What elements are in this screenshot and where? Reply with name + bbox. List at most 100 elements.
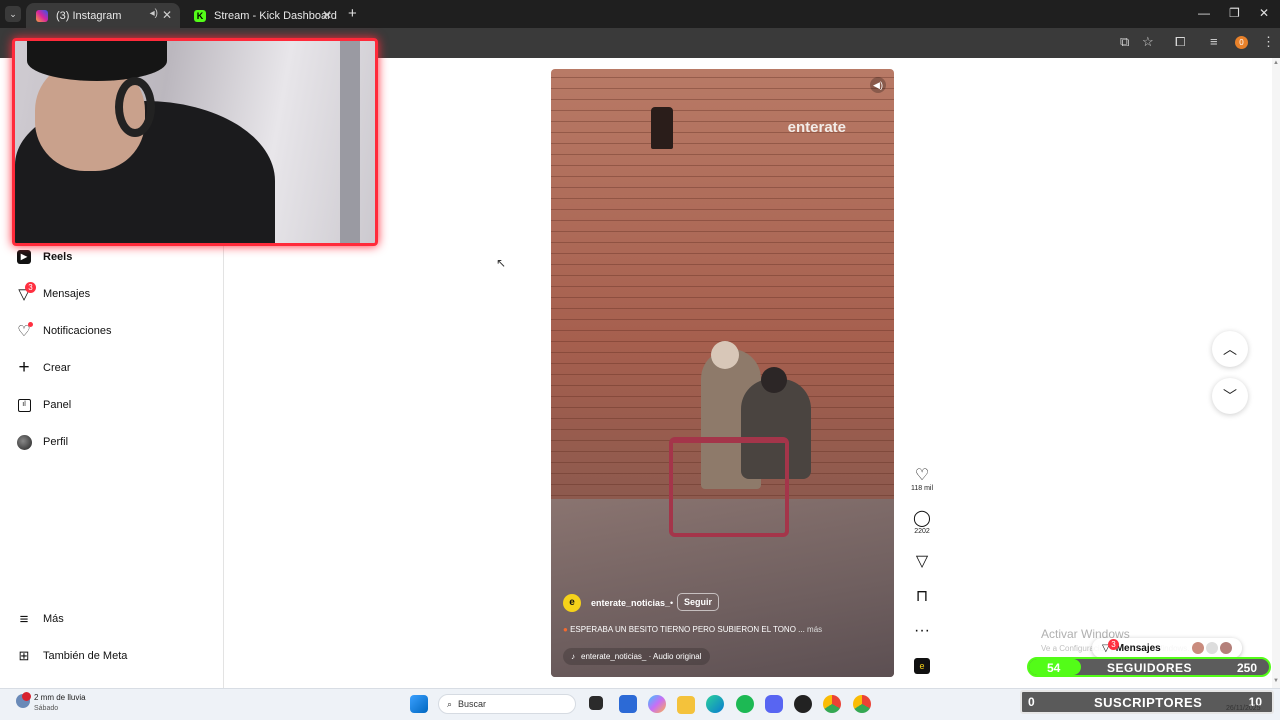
tab-kick-dashboard[interactable]: K Stream - Kick Dashboard ✕ <box>184 3 340 28</box>
more-link[interactable]: más <box>807 625 822 634</box>
discord-icon[interactable] <box>765 695 783 713</box>
sidebar-item-label: Notificaciones <box>43 325 112 337</box>
scroll-down-arrow[interactable]: ▼ <box>1273 678 1279 684</box>
brick-mortar-line <box>551 143 894 144</box>
followers-goal: 250 <box>1236 661 1257 675</box>
copilot-icon[interactable] <box>648 695 666 713</box>
brick-mortar-line <box>551 77 894 78</box>
reel-account-name[interactable]: enterate_noticias_ <box>591 598 670 608</box>
start-icon[interactable] <box>410 695 428 713</box>
save-action[interactable]: ⊓ <box>906 588 938 606</box>
tab-list-dropdown[interactable]: ⌄ <box>5 6 21 22</box>
sidebar-item-label: Perfil <box>43 436 69 448</box>
contact-avatars <box>1192 642 1232 654</box>
followers-label: SEGUIDORES <box>1107 661 1193 675</box>
tab-label: Stream - Kick Dashboard <box>214 9 337 22</box>
spotify-icon[interactable] <box>736 695 754 713</box>
like-action[interactable]: ♡ 118 mil <box>906 467 938 492</box>
tab-label: (3) Instagram <box>56 9 122 22</box>
chevron-down-icon: ﹀ <box>1223 388 1237 404</box>
brick-mortar-line <box>551 187 894 188</box>
app-icon[interactable] <box>794 695 812 713</box>
messages-label: Mensajes <box>1115 642 1161 654</box>
caption-text: ESPERABA UN BESITO TIERNO PERO SUBIERON … <box>570 625 805 634</box>
cast-icon[interactable]: ⧉ <box>1120 34 1129 50</box>
taskbar-date: 26/11/2025 <box>1226 705 1261 712</box>
brick-mortar-line <box>551 253 894 254</box>
sidebar-item-crear[interactable]: + Crear <box>14 357 71 378</box>
sidebar-item-reels[interactable]: ▶ Reels <box>14 247 72 267</box>
reel-account-avatar[interactable]: e <box>563 594 581 612</box>
task-view-icon[interactable] <box>589 696 603 710</box>
media-control-icon[interactable]: ≡ <box>1210 34 1218 49</box>
brick-mortar-line <box>551 220 894 221</box>
new-tab-button[interactable]: + <box>348 5 357 22</box>
notification-dot <box>28 322 33 327</box>
sidebar-item-label: Más <box>43 613 64 625</box>
taskbar-search[interactable]: ⌕ Buscar <box>438 694 576 714</box>
fire-emoji-icon: ● <box>563 625 568 634</box>
sidebar-item-label: Reels <box>43 251 73 263</box>
close-tab-icon[interactable]: ✕ <box>322 8 332 22</box>
door-frame <box>340 41 360 243</box>
send-icon: ▽ 3 <box>1102 638 1119 654</box>
close-tab-icon[interactable]: ✕ <box>162 8 172 22</box>
brick-mortar-line <box>551 319 894 320</box>
brick-mortar-line <box>551 110 894 111</box>
reels-icon: ▶ <box>14 247 34 267</box>
previous-reel-button[interactable]: ︿ <box>1212 331 1248 367</box>
extensions-icon[interactable]: ⧠ <box>1175 34 1185 50</box>
follow-button[interactable]: Seguir <box>677 593 720 611</box>
sidebar-item-meta[interactable]: ⊞ También de Meta <box>14 646 128 666</box>
minimize-icon[interactable]: — <box>1198 6 1210 20</box>
audio-playing-icon[interactable]: ◂) <box>150 8 158 19</box>
close-window-icon[interactable]: ✕ <box>1259 6 1269 20</box>
search-placeholder: Buscar <box>458 699 487 709</box>
comment-count: 2202 <box>914 528 930 535</box>
kebab-menu-icon[interactable]: ⋮ <box>1262 34 1275 50</box>
share-action[interactable]: ▽ <box>906 553 938 571</box>
kick-icon: K <box>194 9 206 22</box>
sidebar-item-perfil[interactable]: Perfil <box>14 432 68 452</box>
sidebar-item-panel[interactable]: ıl Panel <box>14 395 71 415</box>
audio-pill[interactable]: ♪ enterate_noticias_ · Audio original <box>563 648 710 665</box>
scroll-up-arrow[interactable]: ▲ <box>1273 60 1279 66</box>
bookmark-star-icon[interactable]: ☆ <box>1142 34 1154 50</box>
chrome-icon[interactable] <box>823 695 841 713</box>
brick-mortar-line <box>551 165 894 166</box>
messages-widget[interactable]: ▽ 3 Mensajes <box>1092 638 1242 658</box>
maximize-icon[interactable]: ❐ <box>1229 6 1240 20</box>
followers-goal-bar: 54 SEGUIDORES 250 <box>1027 657 1271 677</box>
page-scrollbar[interactable]: ▲ ▼ <box>1272 58 1280 688</box>
send-icon: ▽ 3 <box>14 282 36 304</box>
chart-icon: ıl <box>14 395 34 415</box>
sidebar-item-label: Panel <box>43 399 72 411</box>
mute-icon[interactable]: ◀) <box>870 77 886 93</box>
sidebar-item-label: Crear <box>43 362 71 374</box>
brick-mortar-line <box>551 99 894 100</box>
comment-action[interactable]: ◯ 2202 <box>906 510 938 535</box>
sidebar-item-mas[interactable]: ≡ Más <box>14 609 64 629</box>
avatar-icon <box>14 432 34 452</box>
store-icon[interactable] <box>619 695 637 713</box>
like-count: 118 mil <box>910 485 934 492</box>
sidebar-item-notificaciones[interactable]: ♡ Notificaciones <box>14 321 111 341</box>
instagram-icon <box>36 9 48 22</box>
browser-tab-bar: ⌄ (3) Instagram ◂) ✕ K Stream - Kick Das… <box>0 0 1280 28</box>
file-explorer-icon[interactable] <box>677 696 695 714</box>
sidebar-item-mensajes[interactable]: ▽ 3 Mensajes <box>14 282 90 304</box>
edge-icon[interactable] <box>706 695 724 713</box>
profile-avatar[interactable]: 0 <box>1235 36 1248 49</box>
walker-frame <box>669 437 789 537</box>
music-note-icon: ♪ <box>571 652 575 661</box>
chrome-active-icon[interactable] <box>853 695 871 713</box>
audio-thumb-icon[interactable]: e <box>914 658 930 674</box>
brick-mortar-line <box>551 198 894 199</box>
brick-mortar-line <box>551 231 894 232</box>
tab-instagram[interactable]: (3) Instagram ◂) ✕ <box>26 3 180 28</box>
brick-mortar-line <box>551 264 894 265</box>
webcam-overlay <box>12 38 378 246</box>
next-reel-button[interactable]: ﹀ <box>1212 378 1248 414</box>
reel-video[interactable]: enterate ◀) e enterate_noticias_ • Segui… <box>551 69 894 677</box>
more-options-action[interactable]: ··· <box>906 622 938 640</box>
